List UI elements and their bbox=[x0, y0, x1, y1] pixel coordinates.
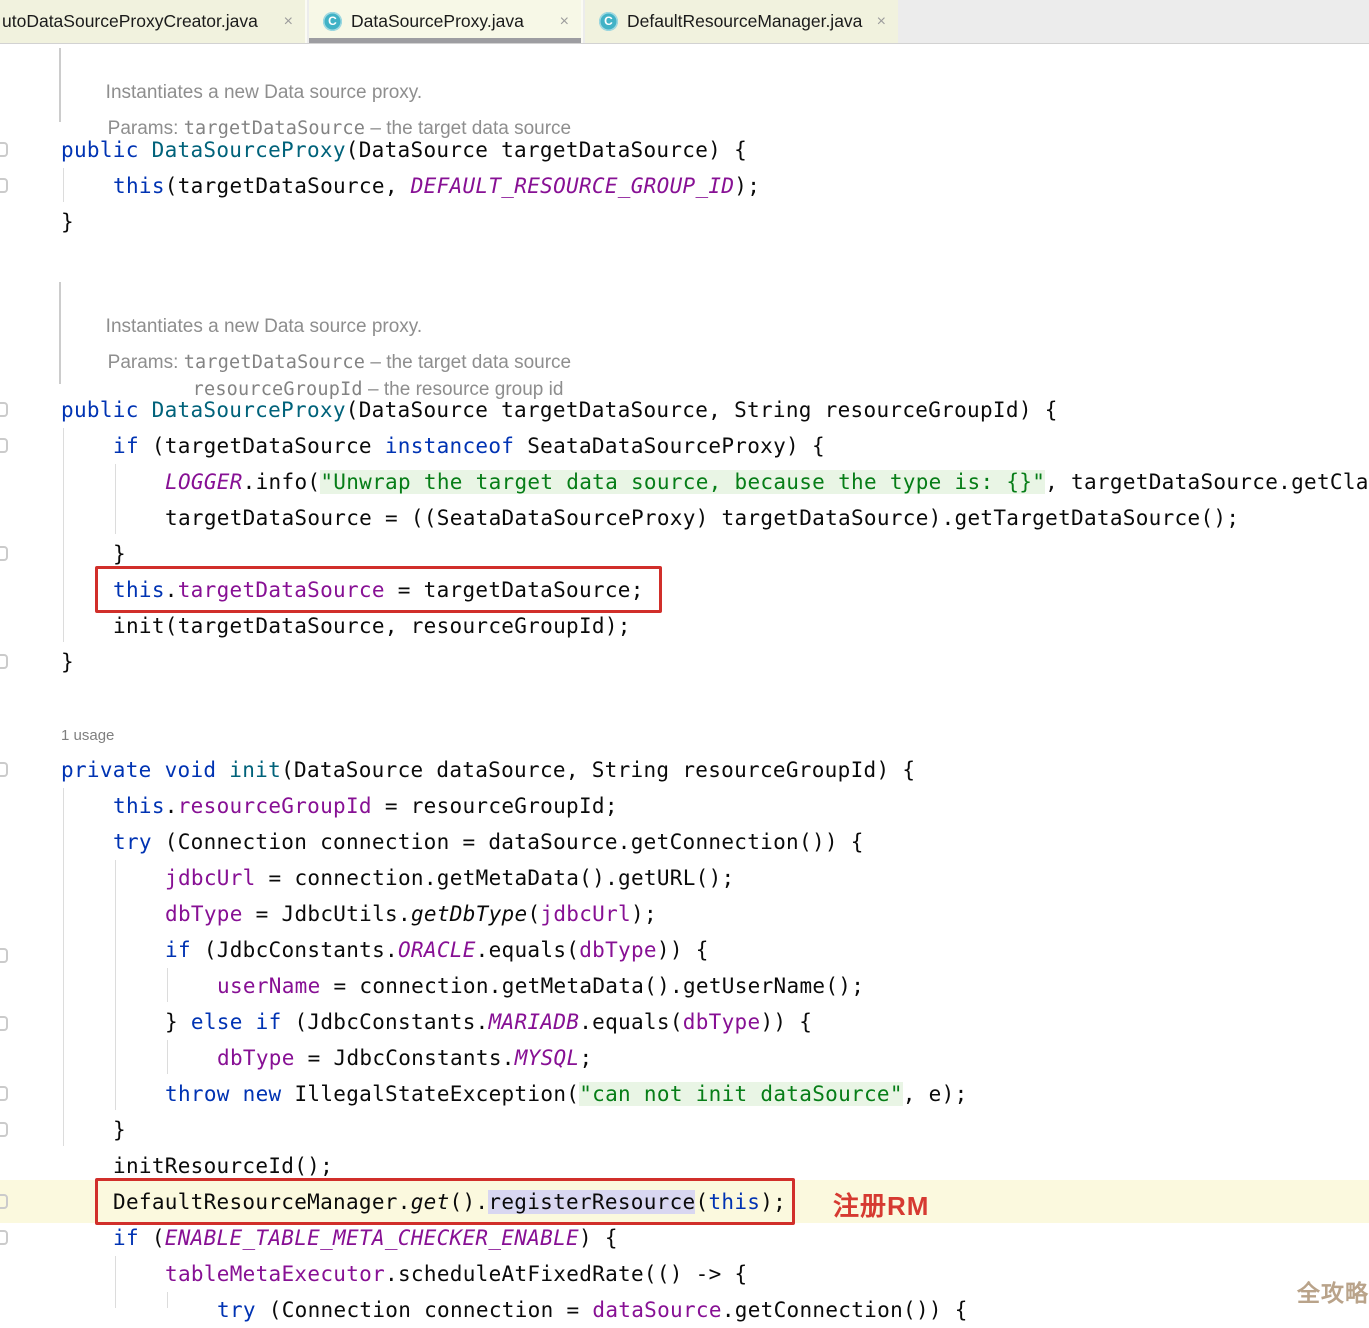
code-line[interactable]: userName = connection.getMetaData().getU… bbox=[217, 968, 864, 1004]
code-line[interactable]: public DataSourceProxy(DataSource target… bbox=[61, 392, 1058, 428]
close-icon[interactable]: × bbox=[877, 13, 886, 31]
code-line[interactable]: } bbox=[113, 1112, 126, 1148]
fold-marker-icon[interactable] bbox=[0, 654, 8, 669]
code-line[interactable]: this(targetDataSource, DEFAULT_RESOURCE_… bbox=[113, 168, 760, 204]
code-line[interactable]: if (JdbcConstants.ORACLE.equals(dbType))… bbox=[165, 932, 709, 968]
code-line[interactable]: dbType = JdbcConstants.MYSQL; bbox=[217, 1040, 592, 1076]
tab-label: utoDataSourceProxyCreator.java bbox=[2, 11, 258, 32]
indent-guide bbox=[167, 1040, 168, 1074]
watermark: 全攻略 bbox=[1297, 1274, 1369, 1308]
code-line[interactable]: if (targetDataSource instanceof SeataDat… bbox=[113, 428, 825, 464]
fold-marker-icon[interactable] bbox=[0, 546, 8, 561]
code-line[interactable]: if (ENABLE_TABLE_META_CHECKER_ENABLE) { bbox=[113, 1220, 618, 1256]
indent-guide bbox=[115, 1256, 116, 1308]
indent-guide bbox=[115, 464, 116, 534]
code-line[interactable]: tableMetaExecutor.scheduleAtFixedRate(()… bbox=[165, 1256, 747, 1292]
javadoc-params-line: Params: targetDataSource – the target da… bbox=[81, 90, 571, 116]
close-icon[interactable]: × bbox=[560, 13, 569, 31]
java-class-icon: C bbox=[599, 12, 618, 31]
fold-marker-icon[interactable] bbox=[0, 1122, 8, 1137]
fold-marker-icon[interactable] bbox=[0, 1016, 8, 1031]
annotation-register-rm: 注册RM bbox=[833, 1186, 929, 1223]
code-line[interactable]: private void init(DataSource dataSource,… bbox=[61, 752, 915, 788]
code-line[interactable]: jdbcUrl = connection.getMetaData().getUR… bbox=[165, 860, 735, 896]
java-class-icon: C bbox=[323, 12, 342, 31]
indent-guide bbox=[167, 968, 168, 1002]
indent-guide bbox=[167, 1292, 168, 1308]
code-line[interactable]: this.targetDataSource = targetDataSource… bbox=[113, 572, 644, 608]
fold-marker-icon[interactable] bbox=[0, 142, 8, 157]
fold-marker-icon[interactable] bbox=[0, 1086, 8, 1101]
tab-bar: utoDataSourceProxyCreator.java × C DataS… bbox=[0, 0, 1369, 44]
code-line[interactable]: targetDataSource = ((SeataDataSourceProx… bbox=[165, 500, 1239, 536]
indent-guide bbox=[63, 788, 64, 1146]
fold-marker-icon[interactable] bbox=[0, 948, 8, 963]
code-line[interactable]: this.resourceGroupId = resourceGroupId; bbox=[113, 788, 618, 824]
indent-guide bbox=[63, 428, 64, 642]
code-line[interactable]: try (Connection connection = dataSource.… bbox=[113, 824, 864, 860]
code-line[interactable]: public DataSourceProxy(DataSource target… bbox=[61, 132, 747, 168]
code-line[interactable]: init(targetDataSource, resourceGroupId); bbox=[113, 608, 631, 644]
fold-marker-icon[interactable] bbox=[0, 178, 8, 193]
fold-marker-icon[interactable] bbox=[0, 762, 8, 777]
code-line[interactable]: LOGGER.info("Unwrap the target data sour… bbox=[165, 464, 1369, 500]
indent-guide bbox=[115, 860, 116, 1110]
code-line[interactable]: } bbox=[61, 204, 74, 240]
indent-guide bbox=[63, 168, 64, 202]
javadoc-line: Instantiates a new Data source proxy. bbox=[79, 288, 422, 314]
fold-marker-icon[interactable] bbox=[0, 438, 8, 453]
javadoc-params-line: resourceGroupId – the resource group id bbox=[166, 351, 563, 377]
tab-label: DataSourceProxy.java bbox=[351, 11, 524, 32]
active-tab-underline bbox=[309, 38, 581, 43]
code-line[interactable]: initResourceId(); bbox=[113, 1148, 333, 1184]
tab-datasourceproxy-active[interactable]: C DataSourceProxy.java × bbox=[309, 0, 583, 43]
code-line[interactable]: dbType = JdbcUtils.getDbType(jdbcUrl); bbox=[165, 896, 657, 932]
code-line[interactable]: 1 usage bbox=[61, 724, 114, 748]
code-line[interactable]: } bbox=[113, 536, 126, 572]
fold-marker-icon[interactable] bbox=[0, 402, 8, 417]
fold-marker-icon[interactable] bbox=[0, 1230, 8, 1245]
javadoc-params-line: Params: targetDataSource – the target da… bbox=[81, 324, 571, 350]
tab-autodatasourceproxycreator[interactable]: utoDataSourceProxyCreator.java × bbox=[0, 0, 307, 43]
javadoc-line: Instantiates a new Data source proxy. bbox=[79, 54, 422, 80]
tab-defaultresourcemanager[interactable]: C DefaultResourceManager.java × bbox=[585, 0, 898, 43]
code-line[interactable]: DefaultResourceManager.get().registerRes… bbox=[113, 1184, 786, 1220]
close-icon[interactable]: × bbox=[284, 13, 293, 31]
code-line[interactable]: throw new IllegalStateException("can not… bbox=[165, 1076, 968, 1112]
javadoc-comment: Instantiates a new Data source proxy. Pa… bbox=[59, 48, 759, 122]
fold-marker-icon[interactable] bbox=[0, 1194, 8, 1209]
code-line[interactable]: } bbox=[61, 644, 74, 680]
code-editor[interactable]: Instantiates a new Data source proxy. Pa… bbox=[0, 0, 1369, 1308]
tab-label: DefaultResourceManager.java bbox=[627, 11, 862, 32]
code-line[interactable]: try (Connection connection = dataSource.… bbox=[217, 1292, 968, 1328]
code-line[interactable]: } else if (JdbcConstants.MARIADB.equals(… bbox=[165, 1004, 812, 1040]
javadoc-comment: Instantiates a new Data source proxy. Pa… bbox=[59, 282, 759, 384]
